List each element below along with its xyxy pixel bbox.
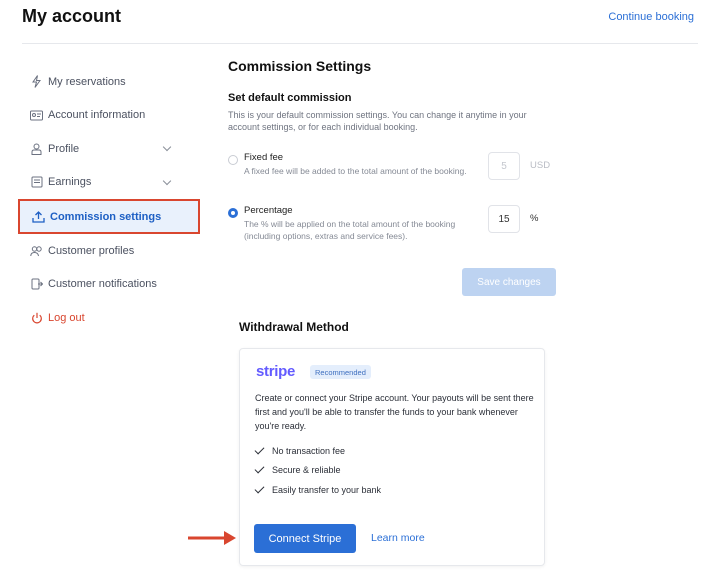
save-changes-button[interactable]: Save changes <box>462 268 556 296</box>
feature-label: Secure & reliable <box>272 465 341 475</box>
annotation-arrow-icon <box>188 531 236 545</box>
sidebar-item-label: Account information <box>48 109 146 122</box>
sidebar-item-label: Customer profiles <box>48 244 135 257</box>
commission-settings-section: Commission Settings Set default commissi… <box>228 58 568 133</box>
page-title: My account <box>22 6 122 26</box>
feature-label: No transaction fee <box>272 446 346 456</box>
feature-label: Easily transfer to your bank <box>272 485 382 495</box>
percentage-unit: % <box>530 213 539 224</box>
bolt-icon <box>30 75 43 89</box>
check-icon <box>254 463 265 474</box>
upload-tray-icon <box>32 210 45 223</box>
sidebar-item-profile[interactable]: Profile <box>18 132 204 166</box>
percentage-input[interactable]: 15 <box>488 205 520 233</box>
id-card-icon <box>30 109 43 122</box>
chevron-down-icon[interactable] <box>162 176 172 185</box>
check-icon <box>254 444 265 455</box>
power-icon <box>30 311 43 324</box>
learn-more-link[interactable]: Learn more <box>371 532 425 544</box>
sidebar-item-label: Log out <box>48 311 85 324</box>
withdrawal-method-title: Withdrawal Method <box>239 320 349 334</box>
sidebar-item-log-out[interactable]: Log out <box>18 301 204 335</box>
fixed-fee-label: Fixed fee <box>244 152 284 163</box>
list-item: No transaction fee <box>254 444 346 458</box>
percentage-label: Percentage <box>244 205 293 216</box>
sidebar: My reservations Account information Prof… <box>18 65 204 335</box>
percentage-radio[interactable] <box>228 208 238 218</box>
fixed-fee-radio[interactable] <box>228 155 238 165</box>
commission-help-text: This is your default commission settings… <box>228 110 527 132</box>
sidebar-item-my-reservations[interactable]: My reservations <box>18 65 204 99</box>
list-item: Easily transfer to your bank <box>254 483 382 497</box>
continue-booking-link[interactable]: Continue booking <box>608 11 694 23</box>
wallet-icon <box>30 176 43 189</box>
users-icon <box>30 244 43 257</box>
connect-stripe-button[interactable]: Connect Stripe <box>254 524 356 553</box>
section-title: Commission Settings <box>228 58 372 74</box>
user-icon <box>30 142 43 155</box>
notification-icon <box>30 278 43 291</box>
list-item: Secure & reliable <box>254 463 341 477</box>
check-icon <box>254 483 265 494</box>
sidebar-item-label: Commission settings <box>50 210 162 223</box>
chevron-down-icon[interactable] <box>162 142 172 152</box>
sidebar-item-label: Profile <box>48 142 80 155</box>
sidebar-item-commission-settings[interactable]: Commission settings <box>18 199 200 234</box>
sidebar-item-label: Earnings <box>48 176 92 189</box>
sidebar-item-customer-profiles[interactable]: Customer profiles <box>18 234 204 268</box>
sidebar-item-label: Customer notifications <box>48 278 157 291</box>
header-divider <box>22 43 698 44</box>
sidebar-item-account-information[interactable]: Account information <box>18 99 204 133</box>
fixed-fee-unit: USD <box>530 160 551 171</box>
sidebar-item-label: My reservations <box>48 75 126 88</box>
default-commission-heading: Set default commission <box>228 92 352 104</box>
stripe-card: stripe Recommended Create or connect you… <box>239 348 545 566</box>
fixed-fee-description: A fixed fee will be added to the total a… <box>244 166 467 176</box>
recommended-badge: Recommended <box>310 365 371 379</box>
sidebar-item-earnings[interactable]: Earnings <box>18 166 204 200</box>
percentage-description: The % will be applied on the total amoun… <box>244 219 456 241</box>
stripe-logo: stripe <box>256 363 296 380</box>
stripe-description: Create or connect your Stripe account. Y… <box>255 393 534 431</box>
fixed-fee-input[interactable]: 5 <box>488 152 520 180</box>
sidebar-item-customer-notifications[interactable]: Customer notifications <box>18 268 204 302</box>
